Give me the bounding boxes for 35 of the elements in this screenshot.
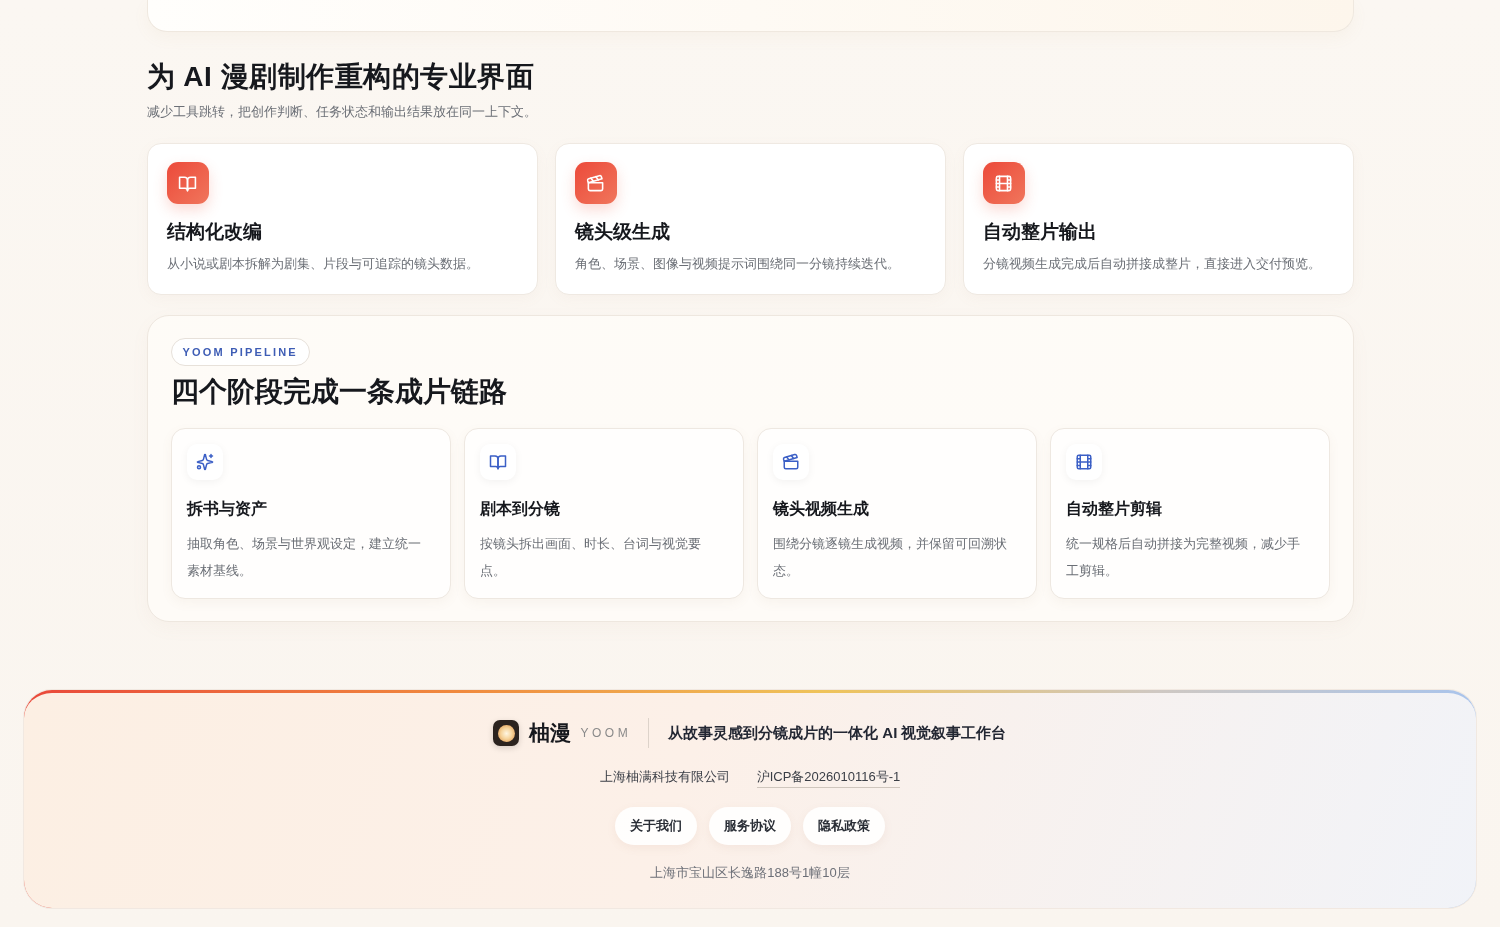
logo-icon: [493, 720, 520, 746]
feature-description: 分镜视频生成完成后自动拼接成整片，直接进入交付预览。: [982, 255, 1321, 273]
footer-tagline: 从故事灵感到分镜成片的一体化 AI 视觉叙事工作台: [668, 723, 1007, 743]
footer-address: 上海市宝山区长逸路188号1幢10层: [650, 864, 850, 882]
stage-title: 自动整片剪辑: [1065, 499, 1162, 519]
stage-description: 按镜头拆出画面、时长、台词与视觉要点。: [479, 535, 702, 580]
feature-title: 结构化改编: [166, 220, 262, 244]
stage-title: 剧本到分镜: [479, 499, 560, 519]
film-strip-icon: [1065, 444, 1102, 480]
footer-link-button[interactable]: 关于我们: [615, 807, 697, 845]
feature-description: 角色、场景、图像与视频提示词围绕同一分镜持续迭代。: [574, 255, 900, 273]
clapperboard-icon: [772, 444, 809, 480]
section-tag: YOOM PIPELINE: [170, 338, 310, 366]
pipeline-title: 四个阶段完成一条成片链路: [170, 375, 507, 409]
feature-title: 镜头级生成: [574, 220, 670, 244]
footer-link-button[interactable]: 隐私政策: [803, 807, 885, 845]
book-icon: [479, 444, 516, 480]
company-name: 上海柚满科技有限公司: [599, 768, 730, 786]
stage-description: 统一规格后自动拼接为完整视频，减少手工剪辑。: [1065, 535, 1301, 580]
feature-description: 从小说或剧本拆解为剧集、片段与可追踪的镜头数据。: [166, 255, 479, 273]
section-title: 为 AI 漫剧制作重构的专业界面: [146, 60, 536, 94]
stage-title: 拆书与资产: [186, 499, 267, 519]
brand-latin-name: YOOM: [580, 726, 632, 740]
icp-link[interactable]: 沪ICP备2026010116号-1: [756, 767, 901, 788]
stage-description: 抽取角色、场景与世界观设定，建立统一素材基线。: [186, 535, 422, 580]
section-subtitle: 减少工具跳转，把创作判断、任务状态和输出结果放在同一上下文。: [146, 103, 538, 121]
brand-name: 柚漫: [529, 720, 572, 746]
book-icon: [166, 162, 209, 204]
film-strip-icon: [982, 162, 1025, 204]
stage-description: 围绕分镜逐镜生成视频，并保留可回溯状态。: [772, 535, 1008, 580]
sparkles-icon: [186, 444, 223, 480]
stage-title: 镜头视频生成: [772, 499, 869, 519]
feature-title: 自动整片输出: [982, 220, 1097, 244]
footer-link-button[interactable]: 服务协议: [709, 807, 791, 845]
clapperboard-icon: [574, 162, 617, 204]
